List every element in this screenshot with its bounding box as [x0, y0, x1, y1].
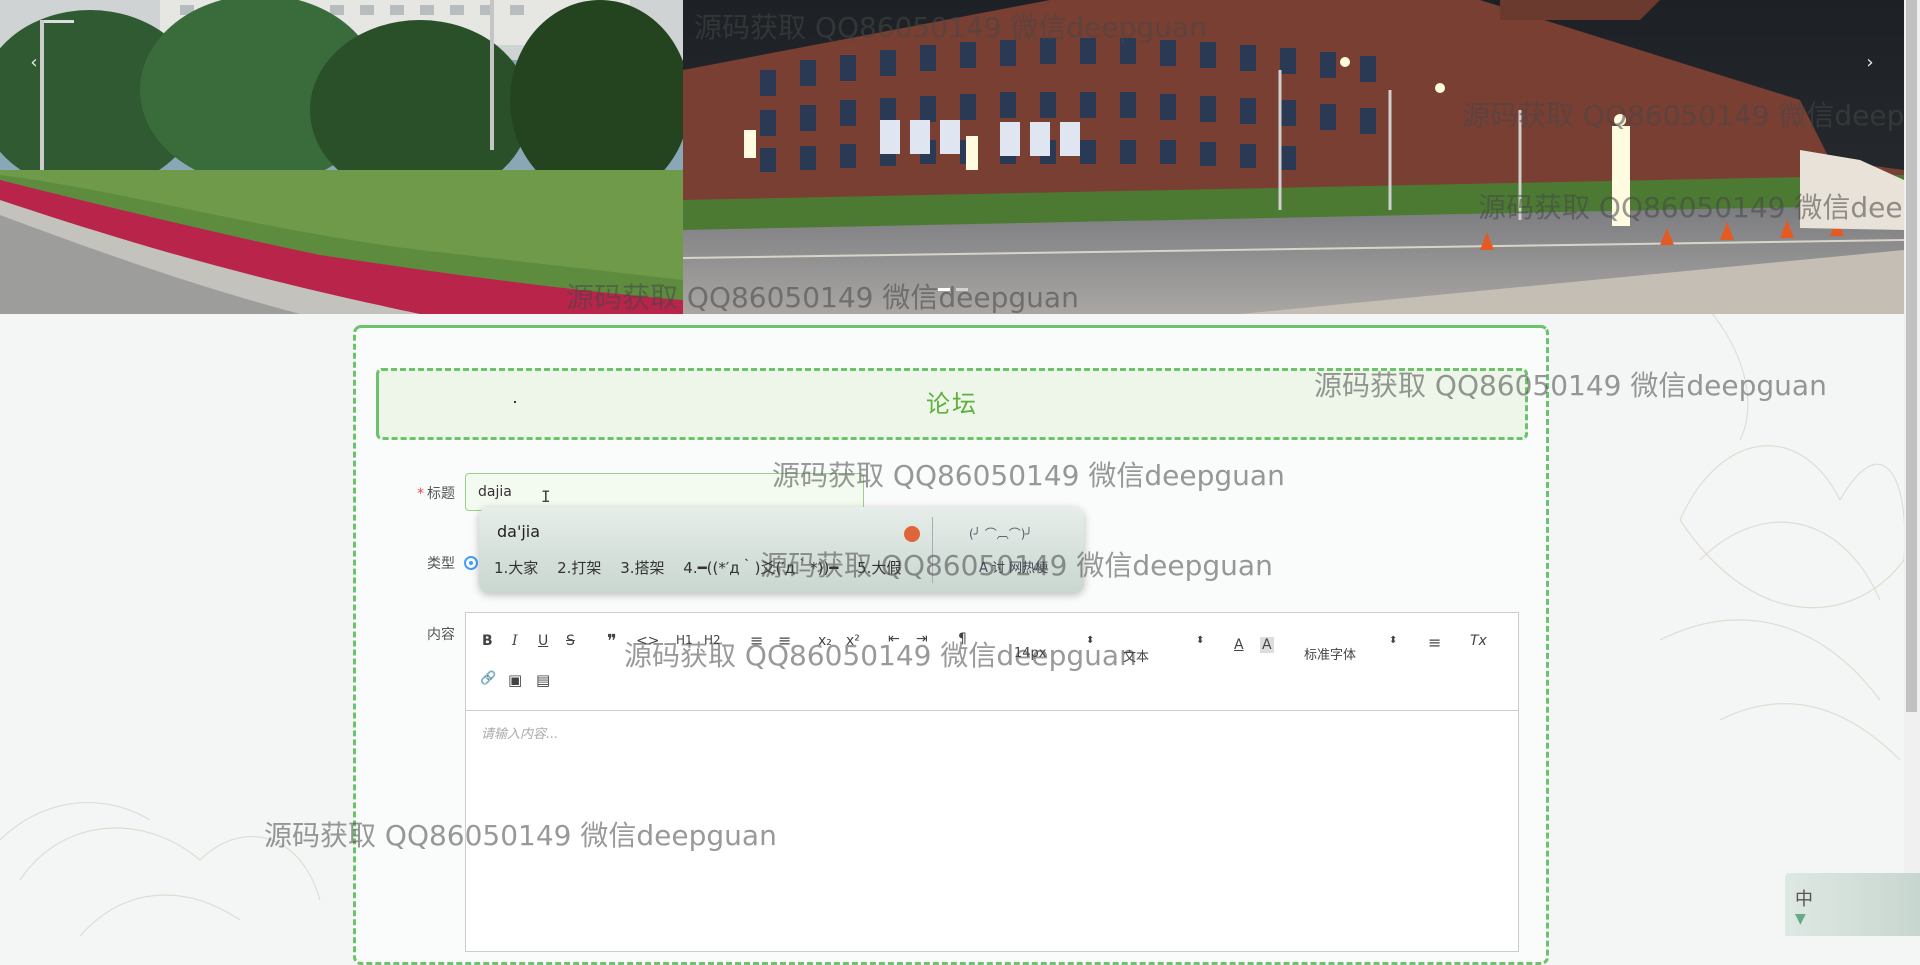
- watermark: 源码获取 QQ86050149 微信deepguan: [694, 11, 1207, 44]
- watermark: 源码获取 QQ86050149 微信deepguan: [566, 281, 1079, 314]
- ime-composition: da'jia: [497, 522, 541, 541]
- underline-button[interactable]: U: [538, 633, 548, 649]
- title-label: * 标题: [375, 483, 455, 503]
- background-color-button[interactable]: A: [1260, 637, 1274, 653]
- link-button[interactable]: 🔗: [480, 671, 496, 686]
- required-star: *: [417, 486, 424, 502]
- scrollbar-thumb[interactable]: [1906, 0, 1917, 712]
- ime-status-bar[interactable]: 中 ▼: [1785, 873, 1920, 936]
- watermark: 源码获取 QQ86050149 微信deepguan: [264, 819, 777, 852]
- watermark: 源码获取 QQ86050149 微信deepguan: [760, 549, 1273, 582]
- watermark: 源码获取 QQ86050149 微信deepguan: [1462, 99, 1920, 132]
- strike-button[interactable]: S: [566, 633, 575, 649]
- carousel-next-arrow[interactable]: ›: [1858, 48, 1882, 78]
- watermark: 源码获取 QQ86050149 微信deepguan: [1478, 191, 1920, 224]
- title-label-text: 标题: [427, 486, 455, 502]
- type-label: 类型: [427, 556, 455, 572]
- text-cursor-icon: I: [541, 487, 551, 506]
- align-button[interactable]: ≡: [1428, 633, 1441, 652]
- video-button[interactable]: ▤: [536, 671, 550, 689]
- decor-dot: [514, 401, 516, 403]
- font-select[interactable]: 标准字体: [1304, 644, 1356, 663]
- content-label: 内容: [427, 627, 455, 643]
- ime-emoticon-text: (╯ ⌒︹⌒)╯: [969, 527, 1033, 541]
- ime-candidate[interactable]: 1.大家: [494, 559, 538, 577]
- type-radio[interactable]: [464, 556, 478, 570]
- ime-candidate[interactable]: 2.打架: [557, 559, 601, 577]
- clean-format-button[interactable]: Tx: [1470, 633, 1487, 649]
- ime-mode-indicator[interactable]: 中: [1795, 885, 1813, 911]
- bold-button[interactable]: B: [482, 633, 493, 649]
- blockquote-button[interactable]: ❞: [607, 631, 617, 652]
- watermark: 源码获取 QQ86050149 微信deepguan: [772, 459, 1285, 492]
- ime-logo-icon: [904, 526, 920, 542]
- ime-candidate[interactable]: 3.搭架: [620, 559, 664, 577]
- watermark: 源码获取 QQ86050149 微信deepguan: [1314, 369, 1827, 402]
- ime-skin-icon: ▼: [1795, 911, 1806, 927]
- editor-placeholder: 请输入内容...: [481, 727, 559, 742]
- image-button[interactable]: ▣: [508, 671, 522, 689]
- font-color-button[interactable]: A: [1234, 637, 1244, 653]
- italic-button[interactable]: I: [512, 633, 518, 649]
- banner-carousel: ‹ ›: [0, 0, 1920, 314]
- section-title: 论坛: [926, 390, 978, 418]
- header-select-caret-icon: ⬍: [1196, 635, 1205, 646]
- banner-image: [0, 0, 1920, 314]
- font-select-caret-icon: ⬍: [1389, 635, 1398, 646]
- watermark: 源码获取 QQ86050149 微信deepguan: [624, 639, 1137, 672]
- carousel-prev-arrow[interactable]: ‹: [22, 48, 46, 78]
